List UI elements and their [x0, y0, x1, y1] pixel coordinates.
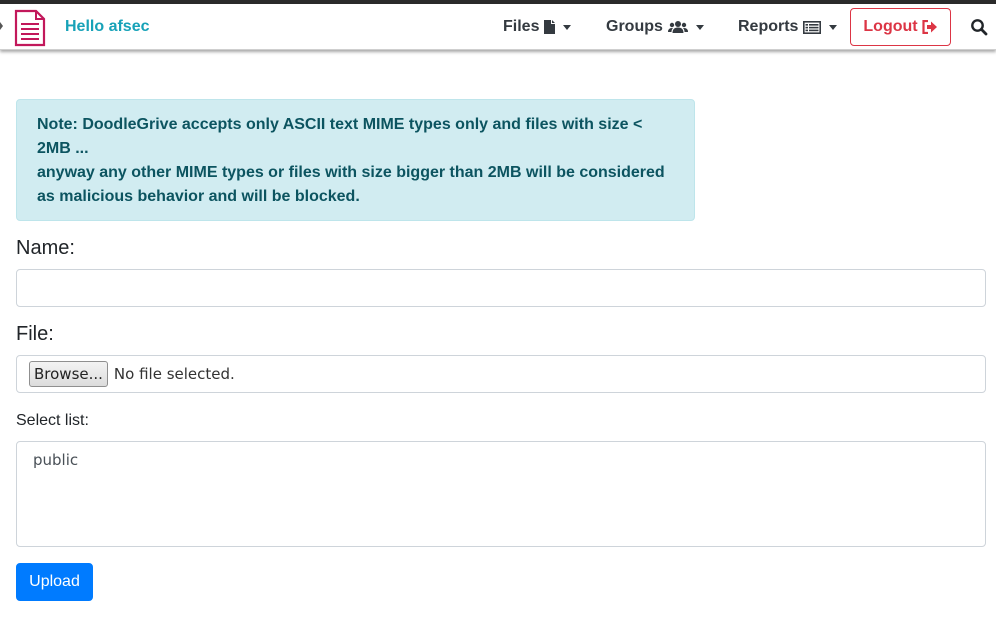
- list-option-public[interactable]: public: [33, 451, 969, 469]
- file-icon: [544, 20, 556, 34]
- file-picker[interactable]: Browse... No file selected.: [16, 355, 986, 393]
- brand-greeting[interactable]: Hello afsec: [65, 18, 149, 36]
- files-dropdown[interactable]: Files: [503, 18, 572, 36]
- chevron-down-icon: [563, 24, 572, 30]
- users-icon: [667, 20, 688, 34]
- browse-button[interactable]: Browse...: [29, 361, 108, 387]
- reports-label: Reports: [738, 18, 799, 35]
- navbar: Hello afsec Files Groups Reports Logout: [0, 4, 996, 50]
- select-list-label: Select list:: [16, 412, 89, 429]
- list-select[interactable]: public: [16, 441, 986, 547]
- document-logo-icon[interactable]: [14, 9, 46, 47]
- groups-dropdown[interactable]: Groups: [606, 18, 704, 36]
- search-icon[interactable]: [970, 18, 988, 36]
- alert-line-2: anyway any other MIME types or files wit…: [37, 164, 665, 205]
- window-edge-marker: [0, 22, 3, 30]
- reports-dropdown[interactable]: Reports: [738, 18, 838, 36]
- name-input[interactable]: [16, 269, 986, 307]
- logout-button[interactable]: Logout: [850, 8, 951, 46]
- file-label: File:: [16, 323, 54, 345]
- alert-line-1: Note: DoodleGrive accepts only ASCII tex…: [37, 116, 643, 157]
- sign-out-icon: [921, 20, 938, 34]
- groups-label: Groups: [606, 18, 663, 35]
- name-label: Name:: [16, 237, 75, 259]
- upload-button[interactable]: Upload: [16, 563, 93, 601]
- chevron-down-icon: [829, 24, 838, 30]
- file-status-text: No file selected.: [113, 365, 235, 383]
- upload-note-alert: Note: DoodleGrive accepts only ASCII tex…: [16, 99, 695, 221]
- chevron-down-icon: [695, 24, 704, 30]
- list-icon: [803, 20, 822, 34]
- logout-label: Logout: [863, 18, 918, 35]
- files-label: Files: [503, 18, 540, 35]
